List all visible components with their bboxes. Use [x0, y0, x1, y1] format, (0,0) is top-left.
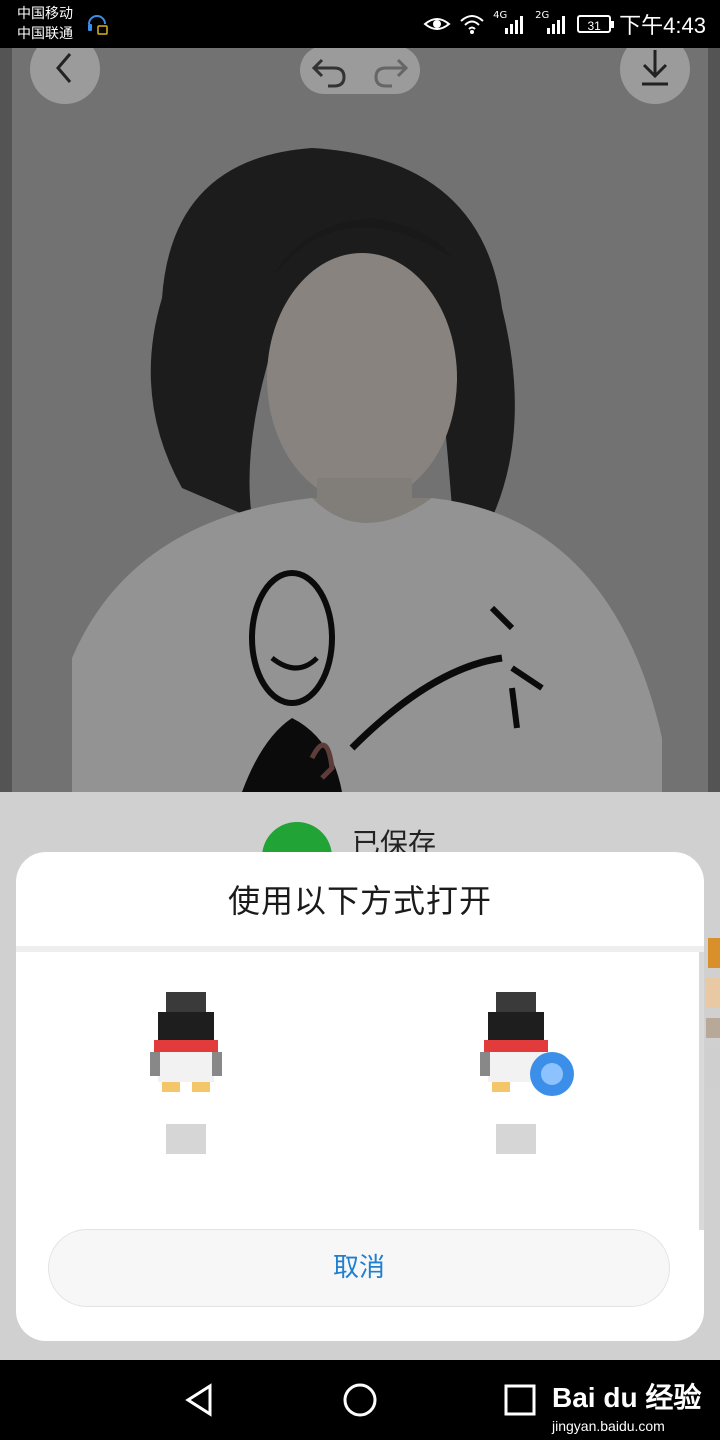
watermark-url: jingyan.baidu.com — [552, 1418, 665, 1434]
carrier-info: 中国移动 中国联通 — [17, 4, 73, 44]
undo-redo-group — [300, 48, 420, 94]
status-icons: 4G 2G 31 下午4:43 — [423, 8, 706, 40]
signal-4g: 4G — [493, 10, 527, 36]
open-with-sheet: 使用以下方式打开 取消 — [16, 852, 704, 1341]
wifi-icon — [460, 15, 484, 34]
battery-icon: 31 — [577, 15, 615, 33]
clock: 下午4:43 — [619, 13, 706, 38]
back-button[interactable] — [30, 48, 100, 104]
photo-viewer — [0, 48, 720, 792]
qq-penguin-browser-icon — [480, 992, 574, 1096]
back-triangle-icon[interactable] — [180, 1380, 220, 1420]
redo-icon[interactable] — [360, 48, 420, 94]
signal-bars-icon — [547, 16, 566, 34]
home-circle-icon[interactable] — [340, 1380, 380, 1420]
recents-square-icon[interactable] — [500, 1380, 540, 1420]
download-button[interactable] — [620, 48, 690, 104]
app-label-placeholder — [166, 1124, 206, 1154]
undo-icon[interactable] — [300, 48, 360, 94]
app-label-placeholder — [496, 1124, 536, 1154]
partial-app-icon — [706, 938, 720, 1088]
carrier-1: 中国移动 — [17, 6, 73, 22]
app-option-qq[interactable] — [136, 982, 276, 1162]
carrier-2: 中国联通 — [17, 26, 73, 42]
qq-penguin-icon — [150, 992, 222, 1092]
status-bar: 中国移动 中国联通 4G 2G 31 下午4:43 — [0, 0, 720, 48]
back-icon — [56, 53, 72, 83]
eye-icon — [423, 18, 451, 30]
signal-bars-icon — [505, 16, 524, 34]
signal-2g: 2G — [535, 10, 569, 36]
sheet-title: 使用以下方式打开 — [227, 882, 492, 920]
dim-overlay — [0, 48, 720, 792]
scrollbar[interactable] — [699, 952, 704, 1230]
baidu-watermark: Bai du 经验 jingyan.baidu.com — [552, 1376, 701, 1434]
cancel-button[interactable]: 取消 — [48, 1229, 670, 1307]
watermark-logo: Bai du 经验 — [552, 1382, 702, 1413]
headset-icon — [88, 15, 108, 35]
download-icon — [642, 50, 668, 86]
divider — [16, 946, 704, 952]
app-option-qq-browser[interactable] — [466, 982, 606, 1162]
